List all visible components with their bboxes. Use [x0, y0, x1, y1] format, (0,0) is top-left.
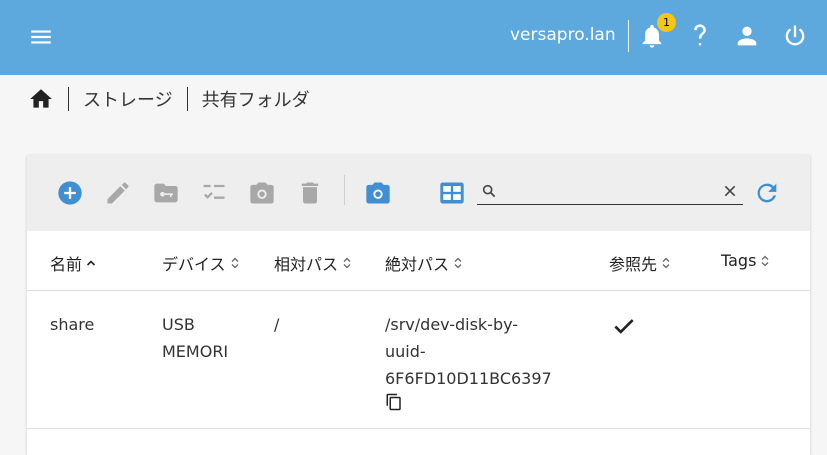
clear-icon[interactable]	[722, 183, 738, 199]
cell-device: USB MEMORI	[162, 315, 229, 361]
search-field	[477, 179, 743, 205]
sort-icon	[454, 257, 462, 269]
add-circle-icon[interactable]	[56, 179, 84, 207]
delete-icon[interactable]	[296, 179, 324, 207]
camera-icon[interactable]	[248, 179, 276, 207]
sort-icon	[343, 257, 351, 269]
power-icon[interactable]	[781, 22, 809, 50]
menu-icon[interactable]	[28, 24, 54, 50]
column-header-tags[interactable]: Tags	[721, 251, 770, 270]
table-row[interactable]: share USB MEMORI / /srv/dev-disk-by- uui…	[27, 291, 810, 429]
sort-icon	[662, 257, 670, 269]
search-input[interactable]	[503, 181, 713, 201]
column-header-name[interactable]: 名前	[50, 251, 96, 275]
check-icon	[614, 319, 634, 334]
breadcrumb-divider	[186, 87, 188, 111]
breadcrumb-storage[interactable]: ストレージ	[83, 86, 173, 112]
cell-relative-path: /	[274, 315, 280, 334]
hostname: versapro.lan	[510, 25, 616, 45]
snapshot-camera-icon[interactable]	[364, 179, 392, 207]
header-divider	[628, 20, 629, 52]
sort-icon	[761, 255, 769, 266]
home-icon[interactable]	[28, 86, 54, 112]
grid-view-icon[interactable]	[438, 179, 466, 207]
sort-ascending-icon	[86, 260, 96, 266]
help-icon[interactable]	[686, 22, 714, 50]
refresh-icon[interactable]	[753, 179, 781, 207]
column-header-absolute-path[interactable]: 絶対パス	[385, 251, 463, 275]
folder-key-icon[interactable]	[152, 179, 180, 207]
cell-name: share	[50, 315, 95, 334]
breadcrumb-shared-folders: 共有フォルダ	[201, 90, 310, 111]
search-icon	[482, 184, 496, 198]
user-icon[interactable]	[733, 22, 761, 50]
sort-icon	[231, 257, 238, 269]
column-header-referenced[interactable]: 参照先	[609, 251, 671, 275]
notification-badge: 1	[657, 13, 676, 32]
edit-icon[interactable]	[104, 179, 132, 207]
shared-folders-card: 名前 デバイス 相対パス 絶対パス 参照先 Tags share USB MEM…	[27, 155, 810, 455]
toolbar-divider	[344, 175, 345, 205]
column-header-device[interactable]: デバイス	[162, 251, 240, 275]
column-header-relative-path[interactable]: 相対パス	[274, 251, 352, 275]
breadcrumb: ストレージ 共有フォルダ	[28, 86, 310, 112]
cell-absolute-path: /srv/dev-disk-by- uuid- 6F6FD10D11BC6397	[385, 315, 552, 388]
toolbar	[27, 155, 810, 231]
checklist-icon[interactable]	[200, 179, 228, 207]
table-header: 名前 デバイス 相対パス 絶対パス 参照先 Tags	[27, 231, 810, 291]
top-bar: versapro.lan 1	[0, 0, 827, 75]
breadcrumb-divider	[68, 87, 69, 111]
copy-icon[interactable]	[385, 393, 403, 411]
